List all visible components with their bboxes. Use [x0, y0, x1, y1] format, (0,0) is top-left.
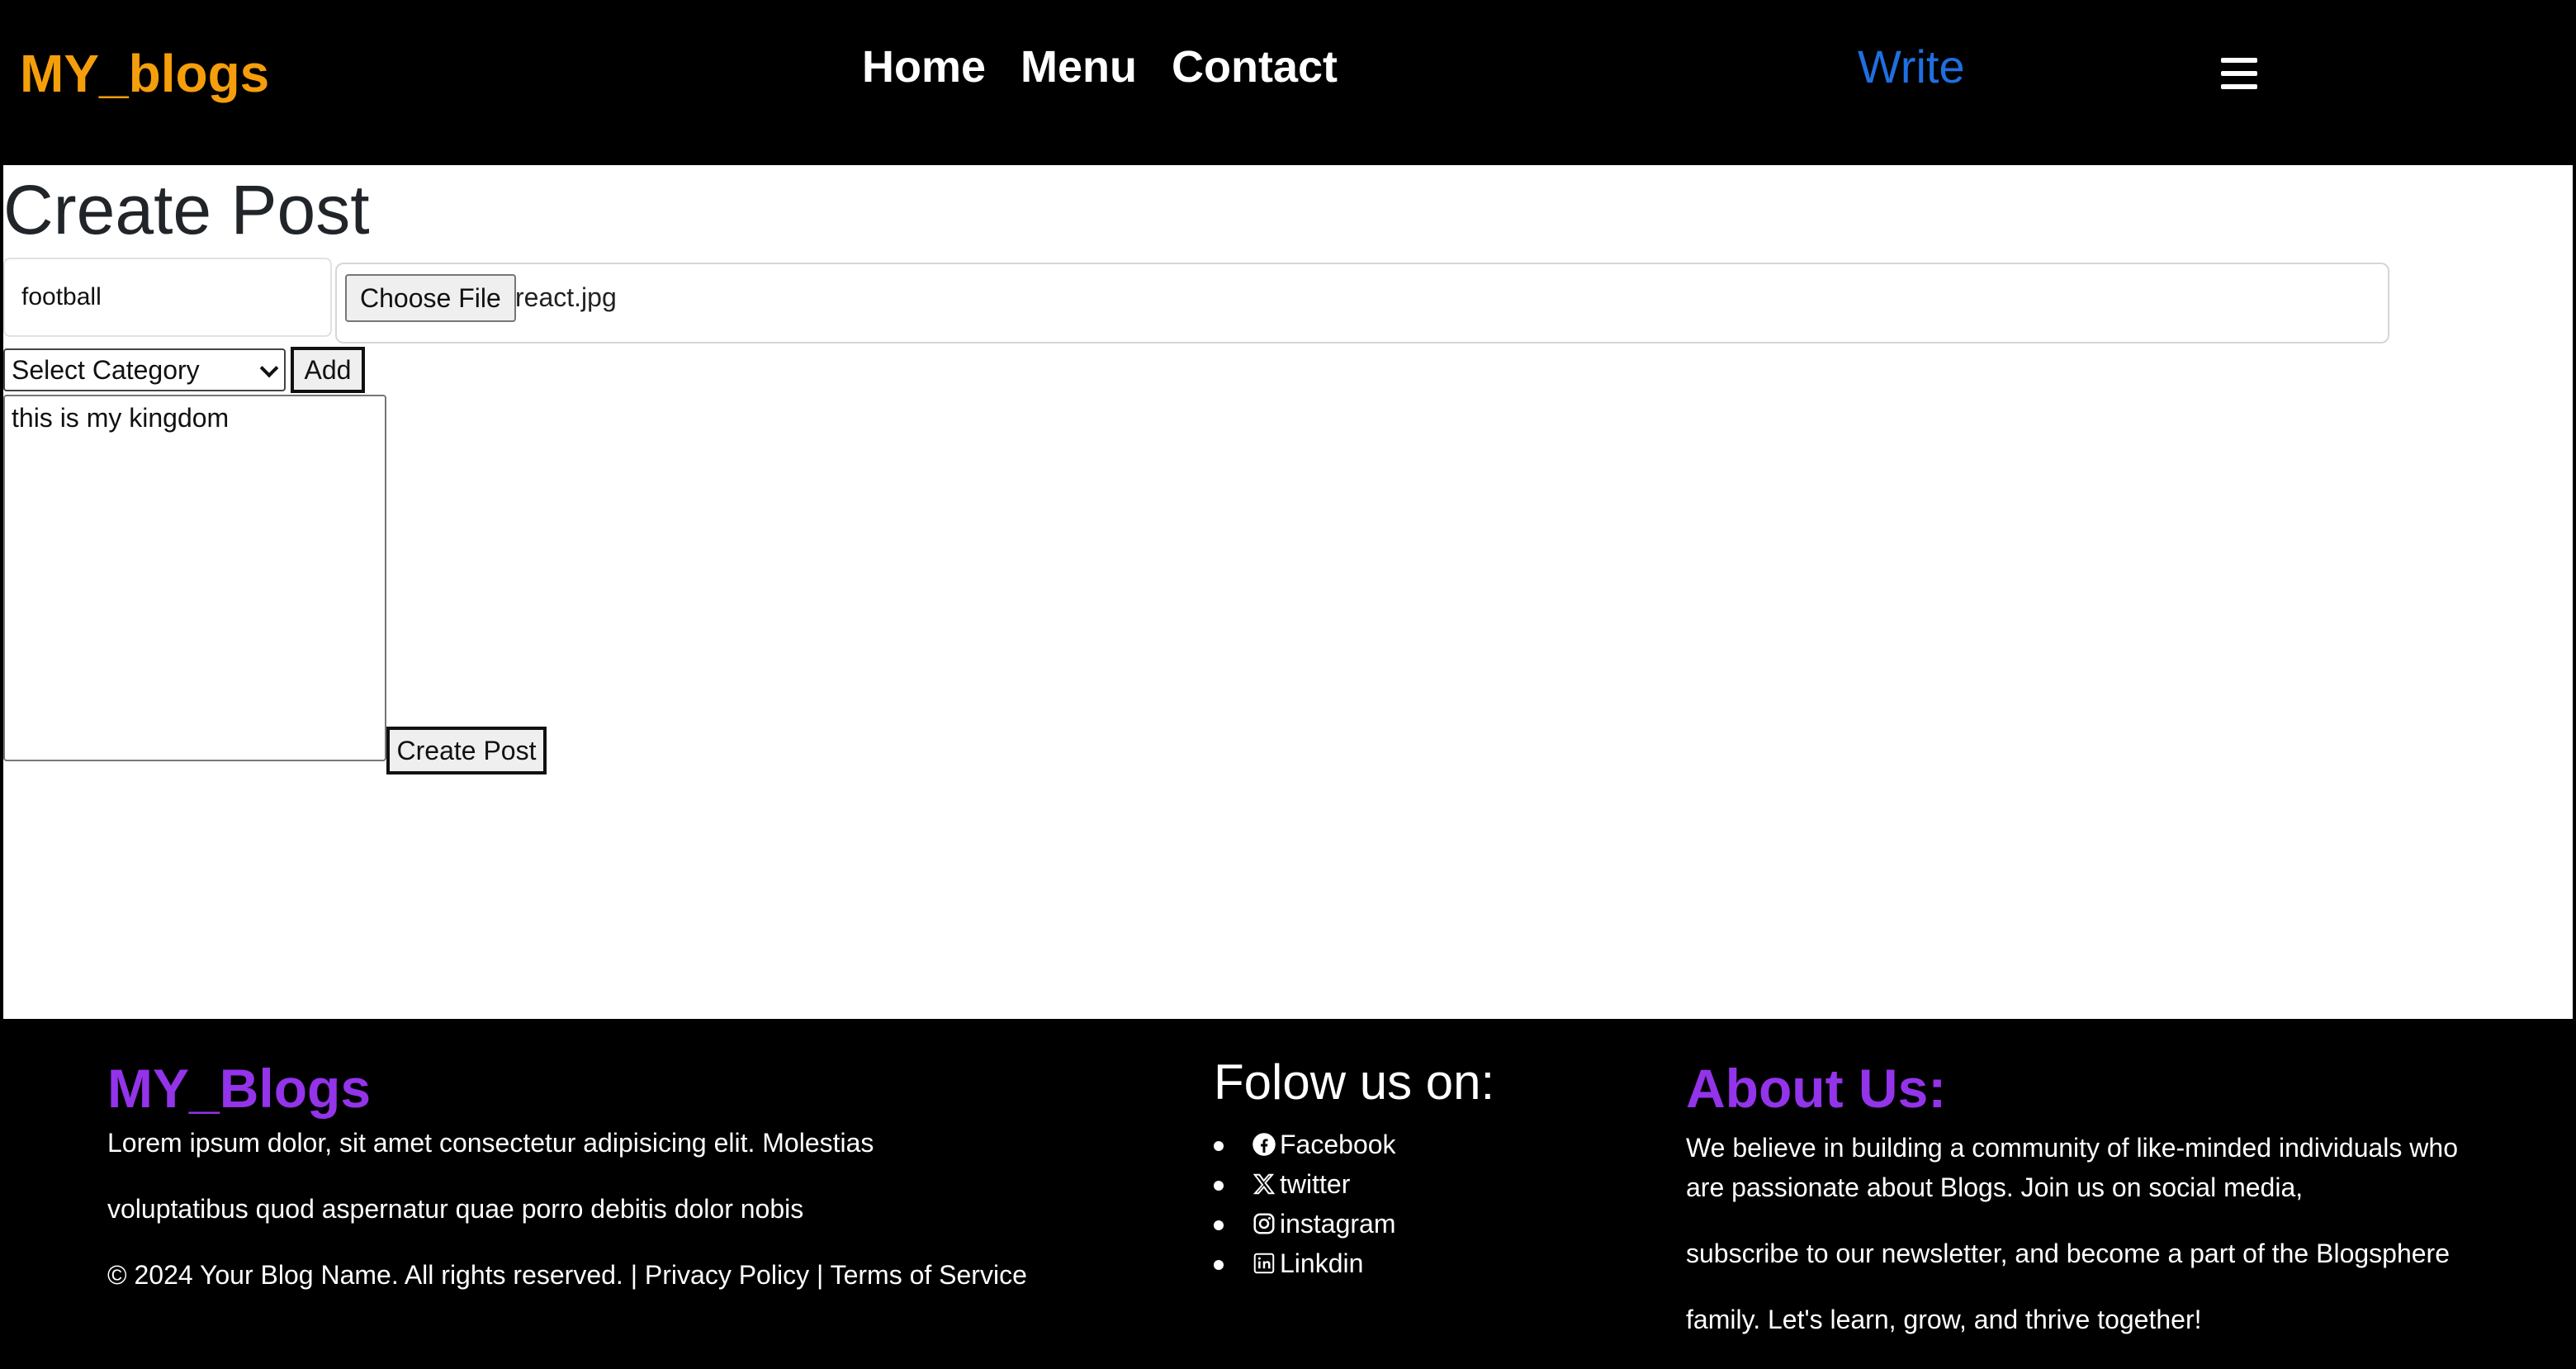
post-title-input[interactable] [3, 258, 332, 337]
social-item-instagram: instagram [1214, 1204, 1396, 1243]
social-item-twitter: twitter [1214, 1164, 1396, 1204]
privacy-policy-link[interactable]: Privacy Policy [645, 1260, 809, 1290]
footer-copyright: © 2024 Your Blog Name. All rights reserv… [107, 1260, 1027, 1291]
about-text-line-3: family. Let's learn, grow, and thrive to… [1686, 1305, 2202, 1334]
footer: MY_Blogs Lorem ipsum dolor, sit amet con… [0, 1021, 2576, 1369]
footer-brand: MY_Blogs [107, 1058, 372, 1119]
brand-logo[interactable]: MY_blogs [20, 43, 269, 104]
about-us-heading: About Us: [1686, 1058, 1947, 1119]
twitter-link[interactable]: twitter [1280, 1169, 1350, 1200]
nav-menu-link[interactable]: Menu [1020, 41, 1137, 92]
x-twitter-icon [1252, 1173, 1276, 1195]
write-link[interactable]: Write [1858, 40, 1965, 93]
hamburger-icon[interactable] [2221, 58, 2257, 89]
nav-contact-link[interactable]: Contact [1172, 41, 1338, 92]
footer-separator: | [816, 1260, 824, 1290]
linkedin-link[interactable]: Linkdin [1280, 1248, 1363, 1279]
facebook-link[interactable]: Facebook [1280, 1130, 1396, 1160]
category-select[interactable]: Select Category [3, 348, 286, 391]
terms-of-service-link[interactable]: Terms of Service [831, 1260, 1027, 1290]
choose-file-button[interactable]: Choose File [345, 274, 516, 322]
nav-links: Home Menu Contact [862, 41, 1338, 92]
follow-us-heading: Folow us on: [1214, 1054, 1495, 1110]
about-text-line-1: We believe in building a community of li… [1686, 1133, 2458, 1202]
category-select-value: Select Category [12, 355, 200, 385]
copyright-text: © 2024 Your Blog Name. All rights reserv… [107, 1260, 638, 1290]
instagram-link[interactable]: instagram [1280, 1209, 1396, 1239]
create-post-button[interactable]: Create Post [386, 727, 547, 775]
page-title: Create Post [3, 171, 370, 249]
linkedin-icon [1253, 1253, 1275, 1274]
create-post-section: Create Post Choose File react.jpg Select… [3, 165, 2573, 1019]
navbar: MY_blogs Home Menu Contact Write [0, 0, 2576, 163]
selected-file-name: react.jpg [515, 282, 617, 312]
about-text-line-2: subscribe to our newsletter, and become … [1686, 1239, 2450, 1268]
social-links: Facebook twitter instagram Linkdin [1214, 1125, 1396, 1283]
instagram-icon [1253, 1213, 1275, 1234]
social-item-linkedin: Linkdin [1214, 1243, 1396, 1283]
post-body-textarea[interactable]: this is my kingdom [3, 395, 386, 761]
add-category-button[interactable]: Add [291, 347, 365, 393]
footer-description-line-1: Lorem ipsum dolor, sit amet consectetur … [107, 1128, 874, 1158]
social-item-facebook: Facebook [1214, 1125, 1396, 1164]
file-upload-field[interactable]: Choose File react.jpg [335, 263, 2389, 343]
facebook-icon [1252, 1133, 1276, 1156]
footer-description-line-2: voluptatibus quod aspernatur quae porro … [107, 1194, 804, 1224]
nav-home-link[interactable]: Home [862, 41, 986, 92]
